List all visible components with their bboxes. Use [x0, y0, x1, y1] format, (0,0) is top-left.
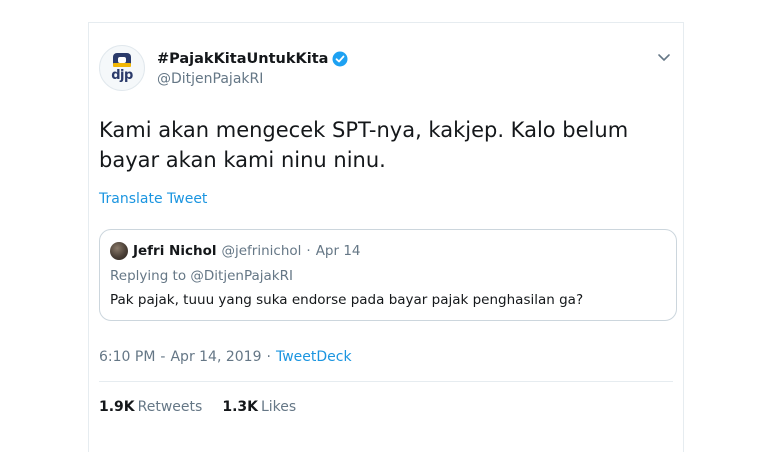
quoted-date: Apr 14 [315, 243, 361, 259]
author-display-name[interactable]: #PajakKitaUntukKita [157, 51, 328, 67]
meta-separator: - [160, 349, 166, 365]
tweet-text: Kami akan mengecek SPT-nya, kakjep. Kalo… [99, 118, 629, 172]
author-avatar[interactable]: djp [99, 45, 145, 91]
tweet-date[interactable]: Apr 14, 2019 [170, 349, 261, 365]
likes-stat[interactable]: 1.3K Likes [222, 399, 296, 415]
tweet-source-link[interactable]: TweetDeck [276, 349, 352, 365]
djp-logo-icon [113, 53, 131, 67]
verified-badge-icon [332, 51, 348, 67]
likes-count: 1.3K [222, 399, 258, 415]
retweets-stat[interactable]: 1.9K Retweets [99, 399, 202, 415]
likes-label: Likes [260, 399, 297, 415]
quoted-author-avatar [110, 242, 128, 260]
tweet-metadata: 6:10 PM - Apr 14, 2019 · TweetDeck [99, 349, 352, 365]
tweet-card: djp #PajakKitaUntukKita @DitjenPajakRI K… [88, 22, 684, 452]
tweet-stats: 1.9K Retweets 1.3K Likes [99, 399, 296, 415]
quoted-tweet[interactable]: Jefri Nichol @jefrinichol · Apr 14 Reply… [99, 229, 677, 321]
divider [99, 381, 673, 382]
replying-mention: @DitjenPajakRI [190, 268, 293, 284]
author-name-row: #PajakKitaUntukKita [157, 51, 348, 67]
retweets-label: Retweets [137, 399, 203, 415]
quoted-tweet-header: Jefri Nichol @jefrinichol · Apr 14 [110, 242, 361, 260]
author-handle[interactable]: @DitjenPajakRI [157, 71, 263, 87]
quoted-separator: · [306, 243, 311, 259]
quoted-author-name: Jefri Nichol [133, 243, 217, 259]
retweets-count: 1.9K [99, 399, 135, 415]
quoted-tweet-text: Pak pajak, tuuu yang suka endorse pada b… [110, 292, 584, 308]
meta-separator: · [266, 349, 271, 365]
quoted-replying-to: Replying to @DitjenPajakRI [110, 268, 293, 284]
chevron-down-icon[interactable] [657, 53, 671, 63]
translate-tweet-link[interactable]: Translate Tweet [99, 191, 207, 207]
tweet-time[interactable]: 6:10 PM [99, 349, 155, 365]
quoted-author-handle: @jefrinichol [221, 243, 302, 259]
avatar-logo-text: djp [111, 68, 133, 83]
replying-prefix: Replying to [110, 268, 187, 284]
